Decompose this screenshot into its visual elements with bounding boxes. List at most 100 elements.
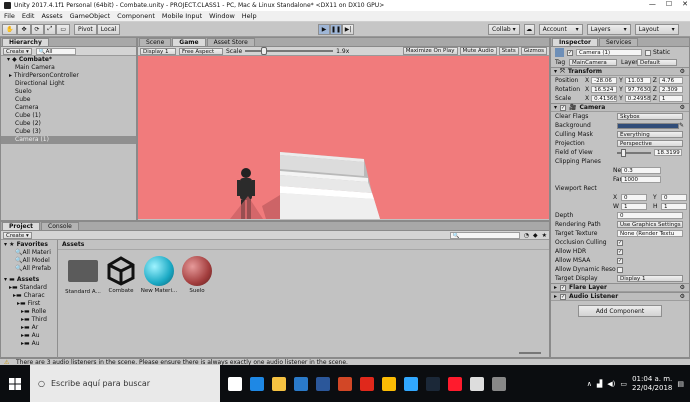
tab-console[interactable]: Console — [41, 222, 79, 230]
hand-tool-button[interactable]: ✋ — [2, 23, 18, 35]
camera-occlusion-culling-checkbox[interactable]: ✓ — [617, 239, 623, 246]
project-folder-item[interactable]: ▸▬ First — [1, 300, 57, 308]
asset-item[interactable]: Standard A... — [64, 256, 102, 295]
rotation-y-field[interactable]: 97.7630 — [624, 86, 651, 93]
filter-by-label-icon[interactable]: ◆ — [533, 232, 538, 239]
account-dropdown[interactable]: Account ▾ — [538, 23, 583, 35]
clock-time[interactable]: 01:04 a. m. — [632, 375, 672, 384]
hierarchy-item[interactable]: Camera — [1, 104, 136, 112]
tab-game[interactable]: Game — [172, 38, 206, 46]
asset-item[interactable]: New Materi... — [140, 256, 178, 294]
assets-section[interactable]: ▾ ▬ Assets — [1, 276, 57, 284]
tray-chevron-icon[interactable]: ∧ — [587, 380, 592, 388]
local-button[interactable]: Local — [96, 23, 121, 35]
component-settings-gear-icon[interactable]: ⚙ — [680, 293, 685, 300]
volume-icon[interactable]: ◀) — [607, 380, 615, 388]
maximize-icon[interactable]: ☐ — [666, 0, 672, 8]
position-z-field[interactable]: 4.76 — [658, 77, 683, 84]
layer-dropdown[interactable]: Default — [637, 59, 677, 66]
minimize-icon[interactable]: — — [649, 0, 656, 8]
camera-projection-dropdown[interactable]: Perspective — [617, 140, 683, 147]
menu-item-gameobject[interactable]: GameObject — [70, 12, 111, 20]
position-x-field[interactable]: -28.06 — [591, 77, 618, 84]
camera-depth-field[interactable]: 0 — [617, 212, 683, 219]
project-folder-item[interactable]: ▸▬ Charac — [1, 292, 57, 300]
favorites-section[interactable]: ▾ ★ Favorites — [1, 241, 57, 249]
layers-dropdown[interactable]: Layers ▾ — [586, 23, 631, 35]
taskbar-search-box[interactable]: ○ Escribe aquí para buscar — [30, 365, 220, 402]
tab-inspector[interactable]: Inspector — [552, 38, 598, 46]
hierarchy-item[interactable]: Camera (1) — [1, 136, 136, 144]
play-button[interactable]: ▶ — [318, 23, 330, 35]
scale-slider-handle[interactable] — [261, 47, 268, 55]
eyedropper-icon[interactable]: ✎ — [679, 122, 684, 129]
layout-dropdown[interactable]: Layout ▾ — [634, 23, 679, 35]
fov-field[interactable]: 18.3199 — [654, 149, 682, 156]
camera-allow-hdr-checkbox[interactable]: ✓ — [617, 248, 623, 255]
toggle-mute-audio[interactable]: Mute Audio — [459, 47, 497, 55]
background-color-swatch[interactable] — [617, 122, 679, 129]
audio-listener-checkbox[interactable]: ✓ — [560, 293, 567, 300]
notifications-icon[interactable]: ▤ — [677, 380, 684, 388]
toggle-maximize-on-play[interactable]: Maximize On Play — [402, 47, 458, 55]
camera-x-field[interactable]: 0 — [621, 194, 647, 201]
favorite-item[interactable]: 🔍All Materi — [1, 249, 57, 257]
favorite-item[interactable]: 🔍All Model — [1, 257, 57, 265]
camera-allow-msaa-checkbox[interactable]: ✓ — [617, 257, 623, 264]
edge-icon[interactable] — [250, 376, 264, 391]
flare-layer-checkbox[interactable]: ✓ — [560, 284, 567, 291]
rotate-tool-button[interactable]: ⟳ — [30, 23, 44, 35]
close-icon[interactable]: ✕ — [682, 0, 688, 8]
fov-slider[interactable] — [617, 148, 651, 157]
hierarchy-search-input[interactable]: 🔍All — [35, 47, 76, 55]
camera-culling-mask-dropdown[interactable]: Everything — [617, 131, 683, 138]
task-view-icon[interactable] — [228, 376, 242, 391]
file-explorer-icon[interactable] — [272, 376, 286, 391]
audio-listener-header[interactable]: ▸ ✓ Audio Listener ⚙ — [551, 292, 689, 301]
position-y-field[interactable]: 11.03 — [624, 77, 651, 84]
camera-y-field[interactable]: 0 — [661, 194, 687, 201]
menu-item-component[interactable]: Component — [117, 12, 155, 20]
acrobat-icon[interactable] — [360, 376, 374, 391]
unity-hub-icon[interactable] — [492, 376, 506, 391]
word-icon[interactable] — [316, 376, 330, 391]
static-checkbox[interactable] — [645, 49, 651, 56]
object-name-field[interactable]: Camera (1) — [576, 49, 642, 56]
scale-x-field[interactable]: 0.41366 — [591, 95, 618, 102]
component-settings-gear-icon[interactable]: ⚙ — [680, 68, 685, 75]
project-search-input[interactable]: 🔍 — [449, 231, 520, 239]
camera-target-display-dropdown[interactable]: Display 1 — [617, 275, 683, 282]
hierarchy-item[interactable]: Main Camera — [1, 64, 136, 72]
pivot-button[interactable]: Pivot — [74, 23, 97, 35]
hierarchy-create-dropdown[interactable]: Create ▾ — [3, 47, 32, 55]
network-icon[interactable]: ▟ — [597, 380, 602, 388]
component-settings-gear-icon[interactable]: ⚙ — [680, 284, 685, 291]
tab-asset-store[interactable]: Asset Store — [206, 38, 255, 46]
scale-z-field[interactable]: 1 — [658, 95, 683, 102]
menu-item-assets[interactable]: Assets — [41, 12, 62, 20]
display-dropdown[interactable]: Display 1 — [140, 47, 176, 55]
camera-rendering-path-dropdown[interactable]: Use Graphics Settings — [617, 221, 683, 228]
photoshop-icon[interactable] — [404, 376, 418, 391]
transform-header[interactable]: ▾ ⤧ Transform ⚙ — [551, 67, 689, 76]
scale-y-field[interactable]: 0.24958 — [624, 95, 651, 102]
scale-slider[interactable] — [245, 47, 334, 55]
step-button[interactable]: ▶| — [342, 23, 354, 35]
tab-scene[interactable]: Scene — [139, 38, 172, 46]
menu-item-mobile-input[interactable]: Mobile Input — [162, 12, 202, 20]
steam-icon[interactable] — [426, 376, 440, 391]
object-active-checkbox[interactable]: ✓ — [567, 49, 573, 56]
filter-by-type-icon[interactable]: ◔ — [524, 232, 529, 239]
store-icon[interactable] — [294, 376, 308, 391]
project-create-dropdown[interactable]: Create ▾ — [3, 231, 32, 239]
hierarchy-item[interactable]: Cube (1) — [1, 112, 136, 120]
camera-w-field[interactable]: 1 — [621, 203, 647, 210]
rotation-x-field[interactable]: 16.524 — [591, 86, 618, 93]
project-folder-item[interactable]: ▸▬ Standard — [1, 284, 57, 292]
hierarchy-item[interactable]: ▸ ThirdPersonController — [1, 72, 136, 80]
fov-slider-handle[interactable] — [621, 148, 626, 157]
tag-dropdown[interactable]: MainCamera — [569, 59, 617, 66]
scale-tool-button[interactable]: ⤢ — [43, 23, 57, 35]
menu-item-window[interactable]: Window — [209, 12, 235, 20]
camera-allow-dynamic-reso-checkbox[interactable] — [617, 266, 623, 273]
